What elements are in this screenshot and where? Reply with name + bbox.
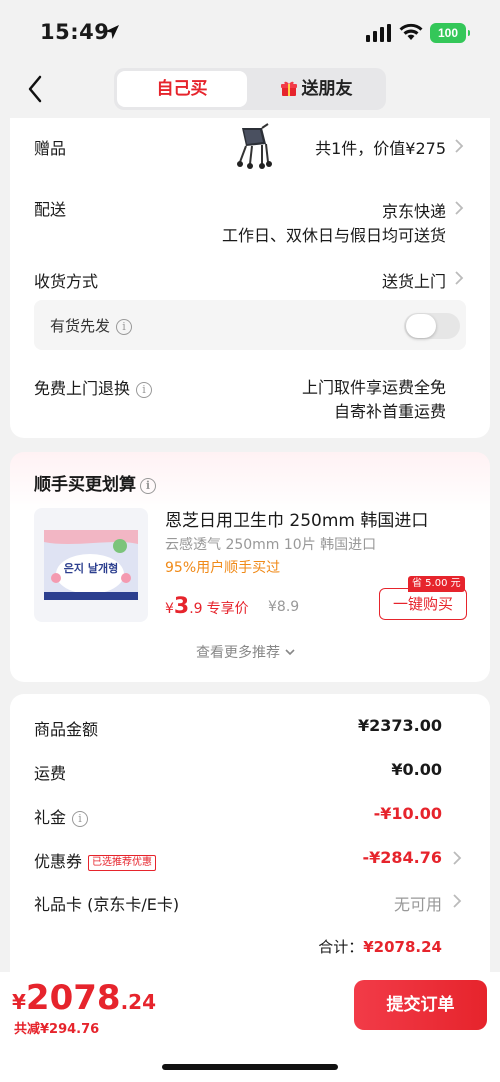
nav-bar: 自己买 送朋友 xyxy=(0,64,500,114)
info-icon[interactable]: i xyxy=(72,811,89,827)
gift-label: 赠品 xyxy=(34,139,67,158)
location-arrow-icon xyxy=(105,25,119,39)
coupon-value[interactable]: -¥284.76 xyxy=(362,848,442,867)
subtotal-line: 合计：¥2078.24 xyxy=(318,938,442,956)
stock-first-toggle[interactable] xyxy=(404,313,460,339)
coupon-selected-tag: 已选推荐优惠 xyxy=(88,855,157,871)
info-icon[interactable]: i xyxy=(116,319,133,335)
stock-first-row: 有货先发 i xyxy=(34,300,466,350)
toggle-knob xyxy=(406,314,436,338)
shipping-value: ¥0.00 xyxy=(391,760,442,779)
tab-buy-for-self[interactable]: 自己买 xyxy=(117,71,247,107)
receive-method-label: 收货方式 xyxy=(34,272,99,291)
stock-first-label: 有货先发 i xyxy=(50,315,133,336)
delivery-label: 配送 xyxy=(34,200,67,219)
gift-card-label: 礼品卡 (京东卡/E卡) xyxy=(34,895,180,914)
cash-gift-value: -¥10.00 xyxy=(373,804,442,823)
chevron-right-icon[interactable] xyxy=(454,270,464,286)
cash-gift-label: 礼金 i xyxy=(34,804,89,828)
product-subtitle: 云感透气 250mm 10片 韩国进口 xyxy=(165,537,377,553)
chevron-down-icon xyxy=(285,649,296,656)
chevron-right-icon[interactable] xyxy=(452,893,462,909)
one-click-buy-button[interactable]: 一键购买 xyxy=(379,588,467,620)
delivery-note: 工作日、双休日与假日均可送货 xyxy=(221,226,446,245)
order-info-card: 赠品 共1件，价值¥275 配送 京东快递 工作日、双休日与假日均可送货 收货方… xyxy=(10,118,490,438)
sanitary-pad-package-image: 은지 날개형 xyxy=(44,530,138,600)
more-recommendations-link[interactable]: 查看更多推荐 xyxy=(196,642,296,662)
goods-amount-value: ¥2373.00 xyxy=(357,716,442,735)
free-return-line1: 上门取件享运费全免 xyxy=(301,378,446,397)
gift-value: 共1件，价值¥275 xyxy=(315,139,446,158)
package-label: 은지 날개형 xyxy=(64,561,118,575)
cellular-signal-icon xyxy=(366,24,391,42)
product-image[interactable]: 은지 날개형 xyxy=(34,508,148,622)
recommend-title: 顺手买更划算 i xyxy=(34,470,156,495)
shipping-label: 运费 xyxy=(34,764,67,783)
gift-card-value[interactable]: 无可用 xyxy=(394,891,442,915)
gift-icon xyxy=(280,81,297,96)
product-name[interactable]: 恩芝日用卫生巾 250mm 韩国进口 xyxy=(165,506,428,531)
info-icon[interactable]: i xyxy=(140,478,156,494)
status-time: 15:49 xyxy=(40,20,110,44)
delivery-value[interactable]: 京东快递 xyxy=(382,198,446,222)
tab-send-to-friend-label: 送朋友 xyxy=(301,79,353,99)
product-popularity-tag: 95%用户顺手买过 xyxy=(165,560,281,576)
total-discount: 共减¥294.76 xyxy=(14,1022,100,1037)
recommend-card: 顺手买更划算 i 은지 날개형 恩芝日用卫生巾 250mm 韩国进口 云感透气 2… xyxy=(10,452,490,682)
home-indicator[interactable] xyxy=(162,1064,338,1070)
product-original-price: ¥8.9 xyxy=(268,599,300,615)
stroller-gift-image[interactable] xyxy=(232,122,276,170)
free-return-line2: 自寄补首重运费 xyxy=(333,402,446,421)
chevron-right-icon[interactable] xyxy=(454,138,464,154)
info-icon[interactable]: i xyxy=(136,382,153,398)
chevron-right-icon[interactable] xyxy=(454,200,464,216)
wifi-icon xyxy=(399,23,423,40)
back-arrow-icon[interactable] xyxy=(24,73,48,105)
product-price: ¥3.9 专享价 xyxy=(165,594,249,619)
price-summary-card: 商品金额 ¥2373.00 运费 ¥0.00 礼金 i -¥10.00 优惠券 已选… xyxy=(10,694,490,994)
coupon-label: 优惠券 已选推荐优惠 xyxy=(34,848,157,872)
receive-method-value[interactable]: 送货上门 xyxy=(382,268,446,292)
free-return-label: 免费上门退换 i xyxy=(34,375,153,399)
tab-send-to-friend[interactable]: 送朋友 xyxy=(249,71,383,107)
status-bar: 15:49 100 xyxy=(0,0,500,64)
submit-order-button[interactable]: 提交订单 xyxy=(354,980,487,1030)
save-badge: 省 5.00 元 xyxy=(408,576,465,592)
goods-amount-label: 商品金额 xyxy=(34,720,99,739)
battery-indicator: 100 xyxy=(430,23,470,43)
chevron-right-icon[interactable] xyxy=(452,850,462,866)
pay-total: ¥2078.24 xyxy=(12,978,156,1018)
checkout-bar: ¥2078.24 共减¥294.76 提交订单 xyxy=(0,972,500,1082)
purchase-mode-switch: 自己买 送朋友 xyxy=(114,68,386,110)
